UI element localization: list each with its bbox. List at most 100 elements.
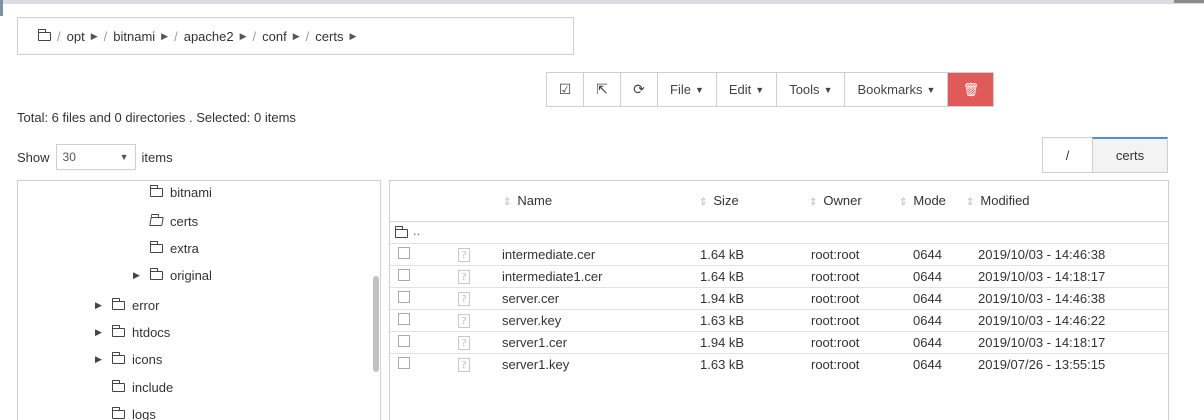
file-mode: 0644 (913, 247, 942, 262)
caret-down-icon: ▼ (823, 84, 833, 95)
tree-item-extra[interactable]: extra (149, 237, 199, 259)
bookmarks-menu-button[interactable]: Bookmarks ▼ (845, 73, 949, 106)
select-all-button[interactable]: ☑ (547, 73, 584, 106)
folder-icon (111, 297, 125, 310)
breadcrumb-item-opt[interactable]: opt (67, 29, 85, 44)
file-name[interactable]: server1.cer (502, 335, 567, 350)
tree-scrollbar[interactable] (373, 276, 379, 372)
caret-right-icon[interactable]: ▶ (161, 31, 168, 42)
file-name[interactable]: intermediate1.cer (502, 269, 602, 284)
tab-root[interactable]: / (1042, 137, 1092, 173)
file-name[interactable]: intermediate.cer (502, 247, 595, 262)
share-icon: ⇱ (596, 81, 608, 97)
file-owner: root:root (811, 247, 860, 262)
tools-menu-label: Tools (789, 82, 820, 97)
page-size-select[interactable]: 30 ▼ (55, 144, 136, 170)
caret-right-icon[interactable]: ▶ (133, 270, 143, 281)
file-table: ⇕ Name ⇕ Size ⇕ Owner ⇕ Mode ⇕ Modified .. ? … (389, 180, 1169, 420)
tree-item-icons[interactable]: ▶ icons (95, 348, 162, 370)
file-name[interactable]: server1.key (502, 357, 569, 372)
tree-item-label: error (132, 297, 160, 313)
items-label: items (141, 149, 173, 165)
caret-right-icon[interactable]: ▶ (95, 354, 105, 365)
edit-menu-button[interactable]: Edit ▼ (717, 73, 778, 106)
tab-certs[interactable]: certs (1092, 137, 1168, 173)
folder-icon (149, 184, 163, 197)
toolbar: ☑ ⇱ ⟳ File ▼ Edit ▼ Tools ▼ Bookmarks ▼ … (546, 72, 995, 107)
file-menu-label: File (670, 82, 691, 97)
breadcrumb-item-bitnami[interactable]: bitnami (113, 29, 155, 44)
table-row[interactable]: ? intermediate1.cer 1.64 kB root:root 06… (390, 265, 1168, 288)
table-row[interactable]: ? server1.key 1.63 kB root:root 0644 201… (390, 353, 1168, 376)
row-checkbox[interactable] (398, 269, 410, 281)
column-modified-header[interactable]: ⇕ Modified (966, 193, 1030, 208)
breadcrumb-separator: / (305, 28, 310, 44)
breadcrumb-item-certs[interactable]: certs (315, 29, 343, 44)
caret-right-icon[interactable]: ▶ (349, 31, 356, 42)
breadcrumb-item-conf[interactable]: conf (262, 29, 287, 44)
parent-directory-label: .. (413, 223, 421, 238)
table-row[interactable]: ? server.cer 1.94 kB root:root 0644 2019… (390, 287, 1168, 310)
file-size: 1.63 kB (700, 313, 745, 328)
table-row[interactable]: ? intermediate.cer 1.64 kB root:root 064… (390, 243, 1168, 266)
tree-item-htdocs[interactable]: ▶ htdocs (95, 321, 170, 343)
caret-right-icon[interactable]: ▶ (91, 31, 98, 42)
tree-item-label: include (132, 379, 174, 395)
tree-item-error[interactable]: ▶ error (95, 294, 159, 316)
folder-icon[interactable] (37, 28, 51, 44)
column-mode-header[interactable]: ⇕ Mode (899, 193, 946, 208)
file-size: 1.64 kB (700, 269, 745, 284)
unknown-file-icon: ? (458, 248, 470, 262)
tree-item-logs[interactable]: logs (111, 403, 156, 420)
folder-icon (149, 240, 163, 253)
folder-icon (394, 226, 408, 238)
sort-icon: ⇕ (809, 197, 818, 208)
table-header: ⇕ Name ⇕ Size ⇕ Owner ⇕ Mode ⇕ Modified (390, 181, 1168, 222)
breadcrumb-item-apache2[interactable]: apache2 (184, 29, 234, 44)
tree-item-original[interactable]: ▶ original (133, 264, 212, 286)
file-name[interactable]: server.cer (502, 291, 559, 306)
tree-item-certs[interactable]: certs (149, 210, 198, 232)
table-row[interactable]: ? server.key 1.63 kB root:root 0644 2019… (390, 309, 1168, 332)
file-owner: root:root (811, 357, 860, 372)
unknown-file-icon: ? (458, 292, 470, 306)
file-name[interactable]: server.key (502, 313, 561, 328)
row-checkbox[interactable] (398, 313, 410, 325)
file-menu-button[interactable]: File ▼ (658, 73, 717, 106)
caret-right-icon[interactable]: ▶ (95, 300, 105, 311)
breadcrumb: / opt ▶ / bitnami ▶ / apache2 ▶ / conf ▶… (17, 17, 574, 55)
breadcrumb-separator: / (252, 28, 257, 44)
tree-item-bitnami[interactable]: bitnami (149, 181, 212, 203)
folder-icon (111, 379, 125, 392)
tree-item-include[interactable]: include (111, 376, 174, 398)
row-checkbox[interactable] (398, 291, 410, 303)
row-checkbox[interactable] (398, 335, 410, 347)
file-owner: root:root (811, 313, 860, 328)
caret-down-icon: ▼ (755, 84, 765, 95)
tools-menu-button[interactable]: Tools ▼ (777, 73, 846, 106)
parent-directory-row[interactable]: .. (390, 221, 1168, 243)
table-row[interactable]: ? server1.cer 1.94 kB root:root 0644 201… (390, 331, 1168, 354)
row-checkbox[interactable] (398, 357, 410, 369)
file-modified: 2019/07/26 - 13:55:15 (978, 357, 1106, 372)
sort-icon: ⇕ (503, 197, 512, 208)
file-size: 1.94 kB (700, 335, 745, 350)
refresh-button[interactable]: ⟳ (621, 73, 658, 106)
window-edge-marker-right (1174, 0, 1204, 3)
column-name-header[interactable]: ⇕ Name (503, 193, 552, 208)
caret-right-icon[interactable]: ▶ (293, 31, 300, 42)
row-checkbox[interactable] (398, 247, 410, 259)
unknown-file-icon: ? (458, 336, 470, 350)
caret-right-icon[interactable]: ▶ (240, 31, 247, 42)
folder-icon (111, 406, 125, 419)
check-square-icon: ☑ (558, 81, 572, 97)
delete-button[interactable]: 🗑 (948, 73, 994, 106)
column-owner-header[interactable]: ⇕ Owner (809, 193, 862, 208)
file-size: 1.64 kB (700, 247, 745, 262)
tree-item-label: extra (170, 240, 199, 256)
column-size-header[interactable]: ⇕ Size (699, 193, 739, 208)
caret-right-icon[interactable]: ▶ (95, 327, 105, 338)
folder-icon (111, 324, 125, 337)
refresh-icon: ⟳ (633, 81, 645, 97)
open-button[interactable]: ⇱ (584, 73, 621, 106)
